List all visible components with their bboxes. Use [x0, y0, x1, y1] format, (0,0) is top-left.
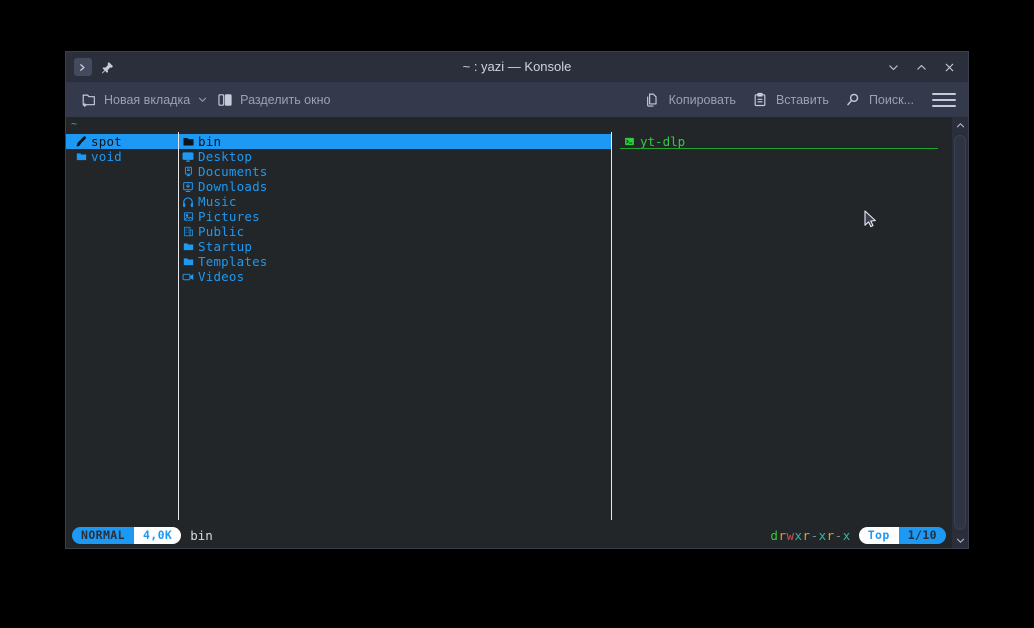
table-row[interactable]: Public [179, 224, 611, 239]
status-position-pill: Top 1/10 [858, 526, 946, 544]
file-name: Public [198, 224, 245, 239]
status-mode-pill: NORMAL 4,0K [72, 526, 182, 544]
close-button[interactable] [936, 55, 962, 79]
paste-label: Вставить [775, 92, 829, 107]
paste-button[interactable]: Вставить [744, 86, 837, 113]
status-size: 4,0K [133, 526, 182, 544]
status-scroll-position: Top [858, 526, 899, 544]
title-bar: ~ : yazi — Konsole [66, 52, 968, 82]
file-name: Startup [198, 239, 253, 254]
scrollbar-thumb[interactable] [954, 135, 966, 530]
headphones-icon [181, 196, 195, 208]
hamburger-line [932, 98, 956, 101]
window-title: ~ : yazi — Konsole [462, 59, 572, 74]
preview-file-name: yt-dlp [640, 134, 686, 149]
list-item[interactable]: yt-dlp [612, 134, 952, 149]
scroll-up-arrow[interactable] [952, 117, 968, 133]
hamburger-line [932, 104, 956, 107]
status-filename: bin [190, 527, 213, 543]
executable-icon [622, 136, 636, 147]
image-icon [181, 211, 195, 222]
hamburger-line [932, 92, 956, 95]
chevron-down-icon[interactable] [196, 94, 208, 106]
list-item-label: spot [91, 134, 122, 149]
table-row[interactable]: Desktop [179, 149, 611, 164]
video-icon [181, 271, 195, 283]
search-icon [845, 91, 862, 108]
file-name: bin [198, 134, 222, 149]
scrollbar[interactable] [952, 117, 968, 548]
pin-icon[interactable] [99, 59, 115, 75]
file-name: Music [198, 194, 237, 209]
document-icon [181, 166, 195, 177]
table-row[interactable]: Documents [179, 164, 611, 179]
find-button[interactable]: Поиск... [837, 86, 922, 113]
file-name: Videos [198, 269, 245, 284]
maximize-button[interactable] [908, 55, 934, 79]
find-label: Поиск... [868, 92, 914, 107]
file-name: Templates [198, 254, 268, 269]
new-tab-label: Новая вкладка [104, 92, 191, 107]
screen: ~ : yazi — Konsole Новая вкладка Раздели… [0, 0, 1034, 628]
folder-icon [181, 241, 195, 252]
table-row[interactable]: Startup [179, 239, 611, 254]
copy-icon [645, 91, 662, 108]
scroll-down-arrow[interactable] [952, 532, 968, 548]
file-name: Downloads [198, 179, 268, 194]
split-view-icon [216, 91, 233, 108]
terminal-area: ~ spot void bin Desktop Documents Downlo… [66, 117, 968, 548]
status-mode: NORMAL [72, 526, 134, 544]
status-bar: NORMAL 4,0K bin drwxr-xr-x Top 1/10 [66, 522, 952, 548]
table-row[interactable]: bin [179, 134, 611, 149]
list-item-label: void [91, 149, 122, 164]
building-icon [181, 226, 195, 237]
table-row[interactable]: Pictures [179, 209, 611, 224]
folder-icon [181, 256, 195, 267]
file-name: Documents [198, 164, 268, 179]
brush-icon [74, 136, 88, 147]
new-tab-button[interactable]: Новая вкладка [72, 86, 198, 113]
new-tab-icon [80, 91, 97, 108]
copy-button[interactable]: Копировать [637, 86, 744, 113]
file-name: Desktop [198, 149, 253, 164]
parent-pane[interactable]: spot void [66, 132, 178, 520]
current-pane[interactable]: bin Desktop Documents Downloads Music Pi… [179, 132, 611, 520]
split-view-button[interactable]: Разделить окно [208, 86, 338, 113]
table-row[interactable]: Templates [179, 254, 611, 269]
status-permissions: drwxr-xr-x [770, 527, 851, 543]
title-bar-left-icons [66, 58, 115, 76]
list-item[interactable]: spot [66, 134, 178, 149]
table-row[interactable]: Music [179, 194, 611, 209]
download-icon [181, 181, 195, 193]
terminal-icon[interactable] [74, 58, 92, 76]
hamburger-menu-icon[interactable] [926, 88, 962, 112]
window-controls [880, 55, 968, 79]
folder-icon [74, 151, 88, 162]
yazi-panes: spot void bin Desktop Documents Download… [66, 132, 952, 520]
yazi-file-manager[interactable]: ~ spot void bin Desktop Documents Downlo… [66, 117, 952, 548]
copy-label: Копировать [668, 92, 736, 107]
folder-icon [181, 136, 195, 147]
preview-underline [620, 148, 938, 149]
yazi-tab-bar[interactable]: ~ [66, 117, 952, 132]
table-row[interactable]: Videos [179, 269, 611, 284]
status-bar-right: drwxr-xr-x Top 1/10 [770, 526, 946, 544]
konsole-window: ~ : yazi — Konsole Новая вкладка Раздели… [66, 52, 968, 548]
paste-icon [752, 91, 769, 108]
split-view-label: Разделить окно [240, 92, 331, 107]
list-item[interactable]: void [66, 149, 178, 164]
table-row[interactable]: Downloads [179, 179, 611, 194]
preview-pane[interactable]: yt-dlp [612, 132, 952, 520]
status-counter: 1/10 [898, 526, 946, 544]
toolbar: Новая вкладка Разделить окно Копировать … [66, 82, 968, 117]
minimize-button[interactable] [880, 55, 906, 79]
monitor-icon [181, 151, 195, 163]
yazi-tab-home[interactable]: ~ [71, 119, 77, 130]
file-name: Pictures [198, 209, 260, 224]
